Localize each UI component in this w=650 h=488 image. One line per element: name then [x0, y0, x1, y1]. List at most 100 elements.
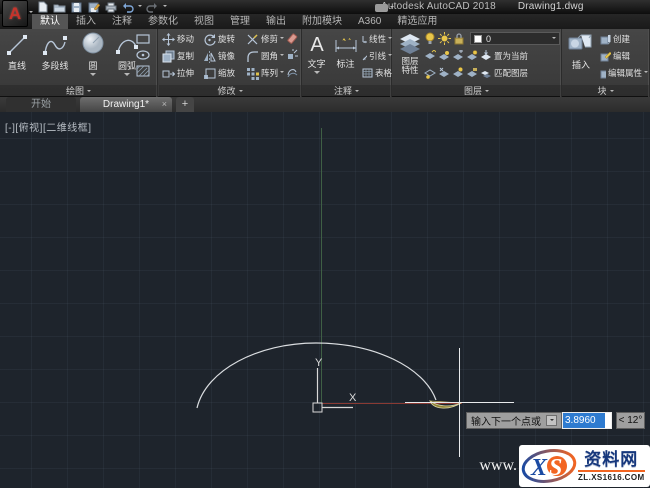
layer-off-button[interactable] [424, 32, 436, 45]
mirror-button[interactable]: 镜像 [203, 49, 246, 63]
move-button[interactable]: 移动 [162, 32, 203, 46]
tab-parametric[interactable]: 参数化 [140, 14, 186, 29]
layer-color-swatch [474, 34, 482, 43]
insert-cubes-icon [568, 34, 592, 50]
tab-home[interactable]: 默认 [32, 14, 68, 29]
array-caret-icon [280, 71, 285, 75]
dimension-button[interactable]: 标注 [331, 29, 360, 70]
create-block-button[interactable]: 创建 [600, 32, 648, 46]
line-icon [7, 35, 27, 55]
circle-button[interactable]: 圆 [76, 29, 110, 79]
undo-icon[interactable] [121, 1, 134, 13]
make-current-icon-button[interactable] [480, 50, 492, 62]
distance-value: 3.8960 [563, 413, 605, 428]
layer-isolate-button[interactable] [424, 50, 436, 62]
rotate-button[interactable]: 旋转 [203, 32, 246, 46]
trim-button[interactable]: 修剪 [246, 32, 291, 46]
arc-polyline [196, 342, 437, 409]
watermark-site-name: 资料网 [584, 449, 639, 469]
layer-properties-button[interactable]: 图层特性 [394, 32, 426, 75]
layer-off2-button[interactable] [466, 50, 478, 62]
layer-freeze-button[interactable] [438, 32, 451, 45]
new-tab-button[interactable]: + [176, 97, 194, 112]
layer-on-button[interactable] [452, 67, 464, 79]
tab-featured-apps[interactable]: 精选应用 [389, 14, 445, 29]
ribbon-display-toggle[interactable] [375, 3, 397, 12]
svg-text:A: A [310, 34, 324, 56]
tab-manage[interactable]: 管理 [222, 14, 258, 29]
line-button[interactable]: 直线 [0, 29, 34, 72]
layer-walk-button[interactable] [424, 67, 436, 79]
ribbon-toggle-icon [375, 3, 388, 12]
layer-unlock-button[interactable] [466, 67, 478, 79]
bulb-icon [425, 32, 435, 44]
ucs-y-label: Y [315, 357, 323, 369]
edit-attributes-icon: a [600, 70, 606, 78]
ellipse-button[interactable] [136, 49, 150, 61]
layer-dropdown[interactable]: 0 [470, 32, 560, 45]
layer-lock-button[interactable] [453, 32, 465, 45]
file-tab-drawing1[interactable]: Drawing1* × [80, 97, 172, 112]
layer-tools-row-1: 置为当前 [424, 50, 528, 62]
tab-a360[interactable]: A360 [350, 14, 389, 29]
panel-label-annotation[interactable]: 注释 [302, 85, 391, 97]
copy-button[interactable]: 复制 [162, 49, 203, 63]
save-icon[interactable] [70, 1, 83, 13]
polyline-button[interactable]: 多段线 [34, 29, 76, 72]
arc-caret-icon [124, 73, 130, 79]
erase-button[interactable] [286, 33, 298, 45]
array-button[interactable]: 阵列 [246, 66, 291, 80]
layer-thaw-button[interactable] [438, 67, 450, 79]
trim-icon [247, 34, 258, 44]
qat-customize-caret-icon[interactable] [163, 5, 167, 9]
edit-block-button[interactable]: 编辑 [600, 49, 648, 63]
hatch-button[interactable] [136, 65, 150, 77]
tab-insert[interactable]: 插入 [68, 14, 104, 29]
file-tab-start[interactable]: 开始 [6, 97, 76, 112]
layer-freeze2-icon [453, 50, 463, 60]
new-file-icon[interactable] [36, 1, 49, 13]
text-button[interactable]: A 文字 [302, 29, 331, 77]
rectangle-button[interactable] [136, 33, 150, 45]
plot-printer-icon[interactable] [104, 1, 117, 13]
explode-button[interactable] [286, 49, 298, 61]
layer-unisolate-button[interactable] [438, 50, 450, 62]
set-current-label[interactable]: 置为当前 [494, 50, 528, 62]
panel-label-draw[interactable]: 绘图 [0, 85, 157, 97]
tab-view[interactable]: 视图 [186, 14, 222, 29]
tab-output[interactable]: 输出 [258, 14, 294, 29]
stretch-button[interactable]: 拉伸 [162, 66, 203, 80]
undo-caret-icon[interactable] [138, 5, 142, 9]
dynamic-input-options-icon[interactable] [546, 415, 557, 426]
scale-button[interactable]: 缩放 [203, 66, 246, 80]
leader-button[interactable]: 引线 [362, 49, 392, 63]
save-as-icon[interactable] [87, 1, 100, 13]
ribbon-tab-bar: 默认 插入 注释 参数化 视图 管理 输出 附加模块 A360 精选应用 [0, 14, 650, 29]
layer-off2-icon [467, 50, 478, 60]
linear-dim-button[interactable]: 线性 [362, 32, 392, 46]
match-layer-label[interactable]: 匹配图层 [494, 67, 528, 79]
dynamic-input-distance-field[interactable]: 3.8960 [562, 412, 612, 429]
hatch-icon [136, 65, 150, 77]
tab-addins[interactable]: 附加模块 [294, 14, 350, 29]
app-menu-button[interactable]: A [2, 0, 28, 27]
redo-icon[interactable] [146, 1, 159, 13]
panel-label-layers[interactable]: 图层 [392, 85, 561, 97]
match-layer-icon-button[interactable] [480, 67, 492, 79]
offset-button[interactable] [286, 65, 298, 77]
edit-attributes-button[interactable]: a 编辑属性 [600, 66, 648, 80]
dynamic-input-angle-field[interactable]: < 12° [616, 412, 645, 429]
drawing-canvas[interactable]: [-][俯视][二维线框] Y X 输入下一个点或 3.8960 < 12° w… [0, 112, 650, 488]
insert-block-button[interactable]: 插入 [566, 32, 596, 71]
open-folder-icon[interactable] [53, 1, 66, 13]
layer-walk-icon [424, 69, 436, 79]
array-icon [247, 67, 259, 80]
tab-close-icon[interactable]: × [162, 97, 167, 112]
table-button[interactable]: 表格 [362, 66, 392, 80]
layer-freeze2-button[interactable] [452, 50, 464, 62]
tab-annotate[interactable]: 注释 [104, 14, 140, 29]
panel-label-block[interactable]: 块 [562, 85, 649, 97]
fillet-button[interactable]: 圆角 [246, 49, 291, 63]
document-title: Drawing1.dwg [517, 1, 584, 12]
panel-label-modify[interactable]: 修改 [159, 85, 301, 97]
